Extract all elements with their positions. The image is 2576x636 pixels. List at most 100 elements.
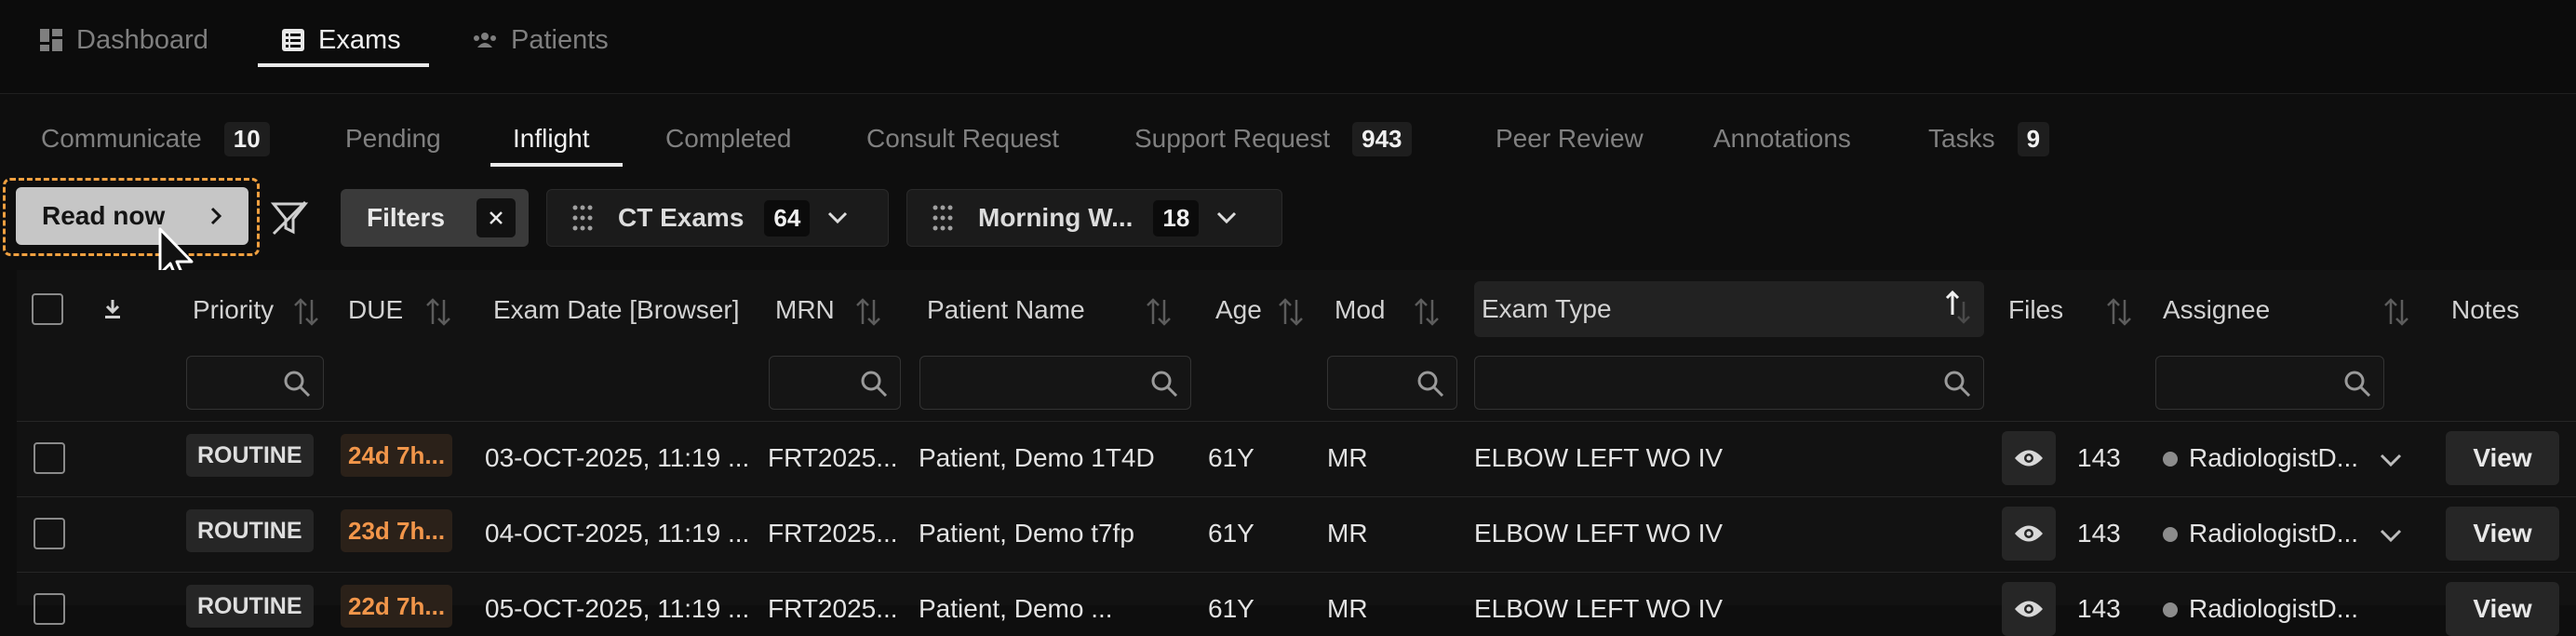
preset-ct-exams[interactable]: CT Exams 64 [546,189,889,247]
assignee-cell: RadiologistD... [2189,594,2359,623]
view-button[interactable]: View [2446,582,2559,636]
tab-label: Pending [345,124,441,153]
preview-button[interactable] [2002,431,2056,485]
age-cell: 61Y [1208,443,1254,472]
search-icon [861,371,888,398]
mod-cell: MR [1327,594,1368,623]
priority-badge: ROUTINE [186,509,314,552]
clear-filters-button[interactable] [476,198,516,237]
exam-type-cell: ELBOW LEFT WO IV [1474,594,1724,623]
preset-morning-worklist[interactable]: Morning W... 18 [906,189,1282,247]
tab-inflight[interactable]: Inflight [513,119,590,158]
view-button[interactable]: View [2446,431,2559,485]
tab-label: Peer Review [1496,124,1644,153]
assignee-filter-input[interactable] [2155,356,2384,410]
row-checkbox[interactable] [34,593,65,625]
read-now-button[interactable]: Read now [16,187,248,245]
exam-type-filter-input[interactable] [1474,356,1984,410]
tab-count-badge: 10 [223,121,270,156]
preview-button[interactable] [2002,507,2056,561]
tab-label: Completed [665,124,792,153]
preset-label: CT Exams [618,203,745,232]
sort-arrows-icon[interactable] [854,296,882,328]
patient-name-cell: Patient, Demo 1T4D [919,443,1155,472]
tab-label: Inflight [513,124,590,153]
tab-completed[interactable]: Completed [665,119,791,158]
col-age[interactable]: Age [1215,270,1262,350]
list-icon [282,29,304,51]
files-count-cell: 143 [2077,594,2121,623]
nav-exams-label: Exams [318,24,401,55]
download-icon[interactable] [102,298,123,320]
mrn-cell: FRT2025... [768,443,898,472]
assignee-cell: RadiologistD... [2189,519,2359,548]
col-header-label: Files [2008,295,2064,324]
col-header-label: Mod [1335,295,1386,324]
filters-button[interactable]: Filters [341,189,529,247]
chevron-down-icon[interactable] [826,210,849,225]
patient-name-filter-input[interactable] [919,356,1191,410]
col-mrn[interactable]: MRN [775,270,835,350]
priority-filter-input[interactable] [186,356,324,410]
assignee-status-dot [2163,452,2178,467]
row-checkbox[interactable] [34,442,65,474]
col-patient-name[interactable]: Patient Name [927,270,1085,350]
col-files[interactable]: Files [2008,270,2063,350]
tab-consult-request[interactable]: Consult Request [866,119,1059,158]
sort-arrows-icon[interactable] [424,296,452,328]
drag-grip-icon[interactable] [571,204,594,232]
col-header-label: DUE [348,295,404,324]
sort-arrows-icon[interactable] [2105,296,2133,328]
tab-pending[interactable]: Pending [345,119,441,158]
col-mod[interactable]: Mod [1335,270,1385,350]
nav-dashboard[interactable]: Dashboard [39,17,208,63]
filters-label: Filters [367,203,446,232]
assignee-status-dot [2163,527,2178,542]
search-icon [1151,371,1178,398]
tab-annotations[interactable]: Annotations [1713,119,1851,158]
exam-date-cell: 04-OCT-2025, 11:19 ... [485,519,750,548]
col-notes: Notes [2451,270,2519,350]
col-header-label: Priority [193,295,275,324]
tab-support-request[interactable]: Support Request 943 [1134,119,1412,158]
view-button[interactable]: View [2446,507,2559,561]
col-assignee[interactable]: Assignee [2163,270,2270,350]
col-header-label: Patient Name [927,295,1085,324]
select-all-checkbox[interactable] [32,293,63,325]
sort-arrows-icon[interactable] [1145,296,1173,328]
tab-communicate[interactable]: Communicate 10 [41,119,270,158]
sort-arrows-icon[interactable] [2382,296,2410,328]
sort-ascending-icon[interactable] [1943,291,1971,324]
files-count-cell: 143 [2077,443,2121,472]
chevron-down-icon[interactable] [1215,210,1238,225]
filter-off-icon[interactable] [270,198,309,237]
tab-tasks[interactable]: Tasks 9 [1928,119,2050,158]
col-exam-type[interactable]: Exam Type [1474,281,1984,337]
col-exam-date[interactable]: Exam Date [Browser] [493,270,740,350]
mod-filter-input[interactable] [1327,356,1457,410]
sort-arrows-icon[interactable] [1413,296,1441,328]
tab-peer-review[interactable]: Peer Review [1496,119,1644,158]
chevron-down-icon[interactable] [2379,528,2403,543]
tab-count-badge: 9 [2017,121,2050,156]
close-icon [490,211,503,224]
nav-exams[interactable]: Exams [281,17,401,63]
row-checkbox[interactable] [34,518,65,549]
chevron-down-icon[interactable] [2379,453,2403,467]
search-icon [284,371,311,398]
mod-cell: MR [1327,443,1368,472]
drag-grip-icon[interactable] [932,204,954,232]
mrn-filter-input[interactable] [769,356,901,410]
tab-label: Tasks [1928,124,1995,153]
tab-label: Support Request [1134,124,1331,153]
exams-table: Priority DUE Exam Date [Browser] MRN Pat… [17,270,2576,636]
files-count-cell: 143 [2077,519,2121,548]
col-due[interactable]: DUE [348,270,403,350]
tab-label: Annotations [1713,124,1851,153]
priority-badge: ROUTINE [186,585,314,628]
nav-patients[interactable]: Patients [472,17,609,63]
sort-arrows-icon[interactable] [1277,296,1305,328]
preview-button[interactable] [2002,582,2056,636]
sort-arrows-icon[interactable] [292,296,320,328]
col-priority[interactable]: Priority [193,270,274,350]
